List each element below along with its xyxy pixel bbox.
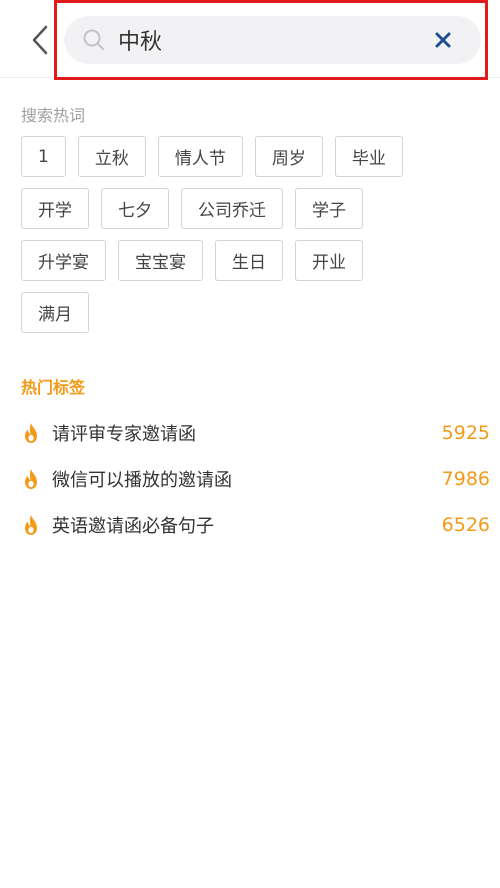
fire-icon — [20, 514, 42, 536]
hot-tag-item[interactable]: 微信可以播放的邀请函 7986 — [20, 456, 490, 502]
tag[interactable]: 毕业 — [334, 136, 403, 177]
fire-icon — [20, 422, 42, 444]
tag[interactable]: 七夕 — [101, 188, 169, 229]
search-bar[interactable] — [64, 16, 481, 64]
hot-tags-title: 热门标签 — [21, 378, 86, 397]
tag[interactable]: 周岁 — [254, 136, 323, 177]
tag-row: 满月 — [21, 292, 481, 333]
hot-words-title: 搜索热词 — [21, 106, 86, 125]
hot-tag-count: 7986 — [441, 468, 490, 490]
tag-row: 升学宴 宝宝宴 生日 开业 — [21, 240, 481, 281]
tag[interactable]: 满月 — [21, 292, 89, 333]
tag[interactable]: 1 — [21, 136, 66, 177]
search-header — [0, 0, 500, 80]
search-page: 搜索热词 1 立秋 情人节 周岁 毕业 开学 七夕 公司乔迁 学子 升学宴 宝宝… — [0, 0, 500, 888]
hot-tag-item[interactable]: 英语邀请函必备句子 6526 — [20, 502, 490, 548]
fire-icon — [20, 468, 42, 490]
tag-row: 开学 七夕 公司乔迁 学子 — [21, 188, 481, 229]
search-input[interactable] — [118, 24, 418, 56]
hot-tag-item[interactable]: 请评审专家邀请函 5925 — [20, 410, 490, 456]
back-button[interactable] — [28, 22, 52, 58]
tag[interactable]: 开业 — [295, 240, 363, 281]
hot-tag-count: 6526 — [441, 514, 490, 536]
search-icon — [82, 28, 106, 52]
hot-words-tags: 1 立秋 情人节 周岁 毕业 开学 七夕 公司乔迁 学子 升学宴 宝宝宴 生日 … — [21, 136, 481, 344]
tag[interactable]: 宝宝宴 — [118, 240, 203, 281]
tag[interactable]: 立秋 — [77, 136, 146, 177]
hot-tag-count: 5925 — [441, 422, 490, 444]
hot-tag-text: 请评审专家邀请函 — [52, 424, 196, 445]
hot-tag-text: 微信可以播放的邀请函 — [52, 470, 232, 491]
hot-tag-text: 英语邀请函必备句子 — [52, 516, 214, 537]
tag-row: 1 立秋 情人节 周岁 毕业 — [21, 136, 481, 177]
tag[interactable]: 开学 — [21, 188, 89, 229]
hot-tags-list: 请评审专家邀请函 5925 微信可以播放的邀请函 7986 英语邀请函必备句子 … — [20, 410, 490, 548]
tag[interactable]: 升学宴 — [21, 240, 106, 281]
tag[interactable]: 生日 — [215, 240, 283, 281]
chevron-left-icon — [32, 25, 48, 55]
tag[interactable]: 学子 — [295, 188, 363, 229]
close-icon — [435, 32, 451, 48]
clear-search-button[interactable] — [433, 30, 453, 50]
tag[interactable]: 情人节 — [157, 136, 243, 177]
tag[interactable]: 公司乔迁 — [181, 188, 283, 229]
